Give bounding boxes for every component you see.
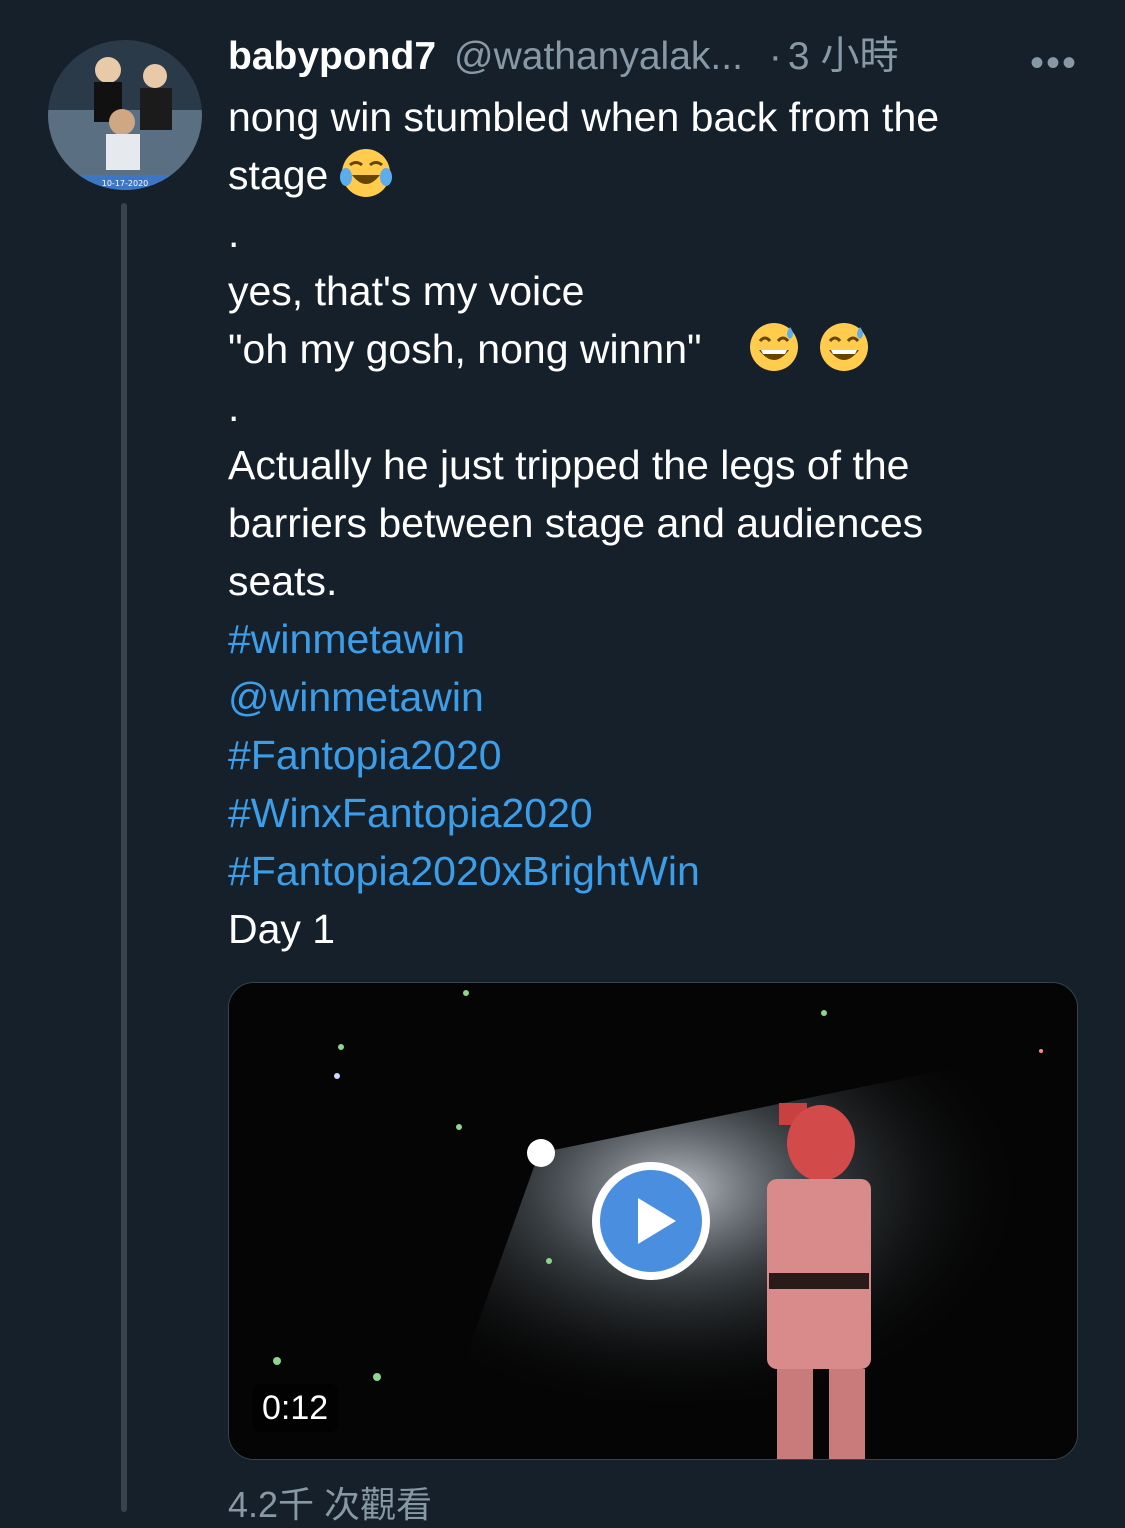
text-line: barriers between stage and audiences [228,500,924,546]
hashtag-link[interactable]: #WinxFantopia2020 [228,784,1078,842]
play-button[interactable] [592,1162,710,1280]
more-options-icon[interactable]: ••• [1030,36,1078,90]
user-handle[interactable]: @wathanyalak... [454,30,743,84]
text-line: Actually he just tripped the legs of the [228,442,910,488]
text-line: "oh my gosh, nong winnn" [228,320,1078,378]
view-count: 4.2千 次觀看 [228,1484,433,1525]
hashtag-link[interactable]: #winmetawin [228,610,1078,668]
grinning-face-with-sweat-icon [819,323,868,371]
hashtag-link[interactable]: #Fantopia2020 [228,726,1078,784]
face-with-tears-of-joy-icon [339,149,392,197]
text-line: seats. [228,558,338,604]
text-line: Day 1 [228,906,336,952]
avatar[interactable]: 10-17-2020 [48,40,202,190]
display-name[interactable]: babypond7 [228,30,436,84]
text-line: . [228,210,240,256]
tweet-header: babypond7 @wathanyalak... · 3 小時 ••• [228,30,1078,85]
hashtag-link[interactable]: #Fantopia2020xBrightWin [228,842,1078,900]
tweet-text: nong win stumbled when back from the sta… [228,88,1078,958]
avatar-date: 10-17-2020 [102,179,149,188]
text-line: yes, that's my voice [228,268,585,314]
thread-line [121,203,127,1512]
separator: · [768,35,782,78]
grinning-face-with-sweat-icon [750,323,799,371]
text-line: . [228,384,240,430]
mention-link[interactable]: @winmetawin [228,668,1078,726]
tweet[interactable]: babypond7 @wathanyalak... · 3 小時 ••• non… [228,30,1078,958]
text-line: nong win stumbled when back from the [228,94,940,140]
video-duration: 0:12 [252,1384,339,1432]
timestamp[interactable]: 3 小時 [788,30,899,84]
text-line: stage [228,146,1078,204]
play-icon [638,1198,676,1244]
